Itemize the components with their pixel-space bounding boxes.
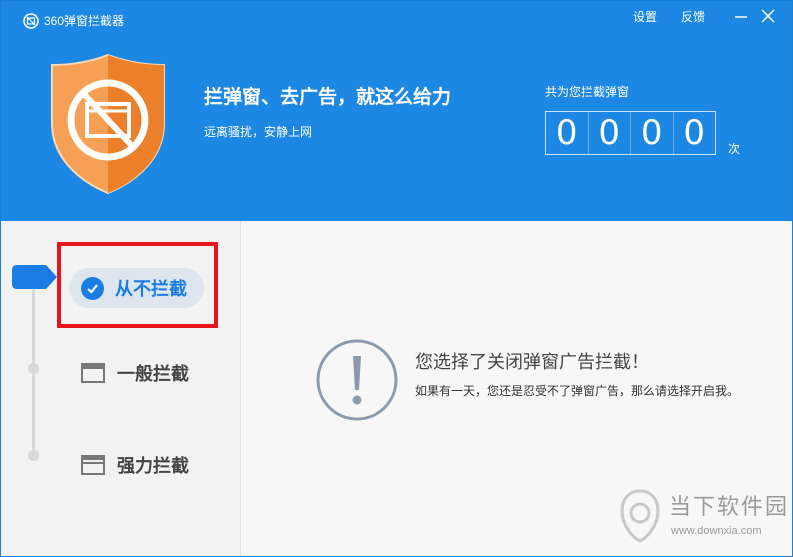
status-description: 如果有一天，您还是忍受不了弹窗广告，那么请选择开启我。	[415, 384, 740, 398]
counter-digit: 0	[546, 112, 589, 154]
exclamation-icon	[316, 339, 398, 421]
rail-dot	[28, 363, 39, 374]
status-title: 您选择了关闭弹窗广告拦截！	[415, 352, 649, 372]
title-bar[interactable]: 360弹窗拦截器 设置 反馈	[1, 1, 792, 37]
settings-link[interactable]: 设置	[633, 10, 657, 24]
counter-label: 共为您拦截弹窗	[545, 85, 630, 99]
subline: 远离骚扰，安静上网	[204, 125, 313, 139]
check-circle-icon	[81, 276, 104, 300]
app-title: 360弹窗拦截器	[44, 14, 125, 28]
mode-label: 强力拦截	[117, 456, 189, 476]
selection-pointer-icon	[12, 265, 57, 289]
feedback-link[interactable]: 反馈	[681, 10, 705, 24]
mode-label: 从不拦截	[115, 279, 187, 299]
mode-label: 一般拦截	[117, 364, 189, 384]
shield-block-icon	[51, 53, 165, 195]
mode-normal-block[interactable]: 一般拦截	[81, 358, 189, 388]
block-counter: 0 0 0 0	[545, 111, 716, 155]
mode-strong-block[interactable]: 强力拦截	[81, 450, 189, 480]
window-icon	[81, 363, 105, 383]
counter-digit: 0	[631, 112, 674, 154]
headline: 拦弹窗、去广告，就这么给力	[204, 87, 452, 108]
app-window: 360弹窗拦截器 设置 反馈 拦弹窗、去广告，就这么给力 远离骚扰，安静上网 共…	[0, 0, 793, 557]
counter-digit: 0	[683, 113, 706, 153]
header-banner: 360弹窗拦截器 设置 反馈 拦弹窗、去广告，就这么给力 远离骚扰，安静上网 共…	[1, 1, 792, 221]
rail-dot	[28, 450, 39, 461]
main-panel: 您选择了关闭弹窗广告拦截！ 如果有一天，您还是忍受不了弹窗广告，那么请选择开启我…	[242, 221, 792, 556]
minimize-icon[interactable]	[731, 7, 751, 25]
counter-unit: 次	[728, 142, 741, 156]
mode-sidebar: 从不拦截 一般拦截 强力拦截	[1, 221, 241, 556]
window-stack-icon	[81, 455, 105, 475]
close-icon[interactable]	[758, 7, 778, 25]
app-logo-icon	[23, 13, 39, 29]
mode-never-block[interactable]: 从不拦截	[69, 268, 204, 308]
counter-digit: 0	[589, 112, 631, 154]
